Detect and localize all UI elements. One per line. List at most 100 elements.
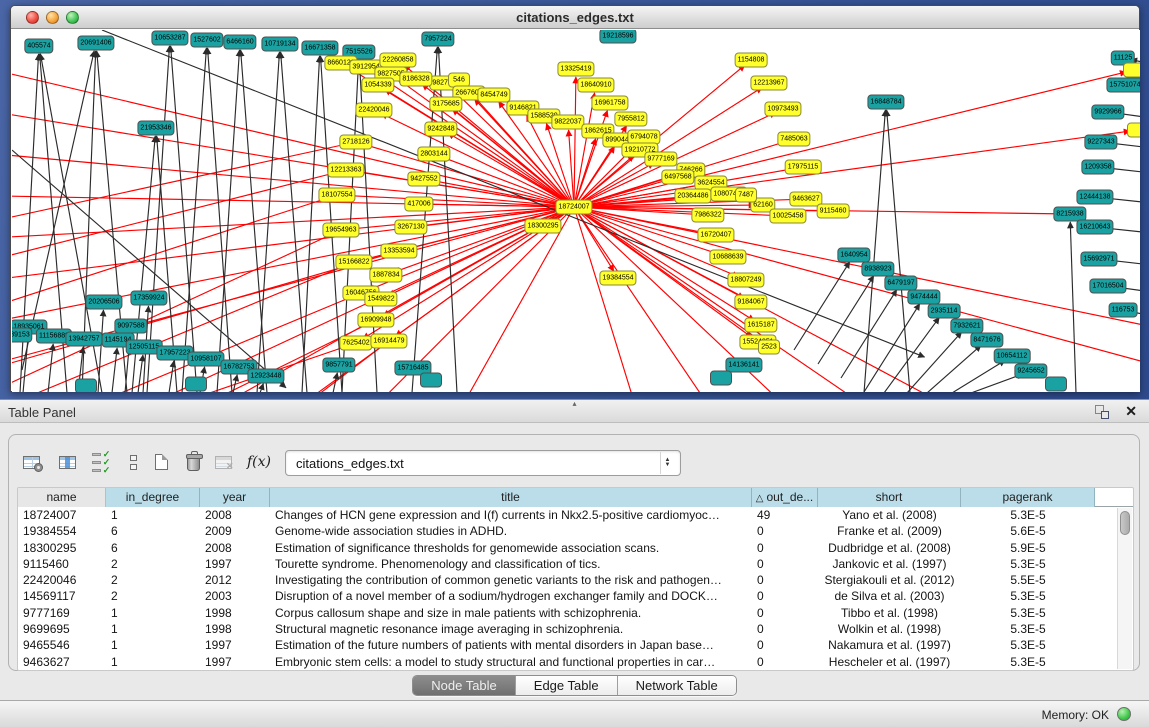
graph-node[interactable]: 9929966 — [1091, 105, 1124, 120]
graph-node[interactable]: 7932621 — [950, 319, 983, 334]
graph-node[interactable] — [1045, 377, 1067, 392]
graph-node[interactable]: 12444138 — [1076, 190, 1113, 205]
graph-node[interactable]: 6466160 — [223, 35, 256, 50]
graph-node-selected[interactable]: 7986322 — [691, 208, 724, 223]
graph-node-selected[interactable] — [1123, 63, 1140, 78]
table-row[interactable]: 946554611997Estimation of the future num… — [18, 637, 1133, 653]
graph-node-selected[interactable]: 7485063 — [777, 132, 810, 147]
graph-node[interactable]: 9474444 — [907, 290, 940, 305]
graph-node-selected[interactable]: 6497568 — [661, 170, 694, 185]
tab-node-table[interactable]: Node Table — [413, 676, 516, 695]
graph-node[interactable]: 17359924 — [130, 291, 167, 306]
graph-node[interactable]: 1640954 — [837, 248, 870, 263]
column-header-short[interactable]: short — [818, 488, 961, 507]
graph-node-selected[interactable]: 16961758 — [591, 96, 628, 111]
graph-node[interactable]: 12923448 — [247, 369, 284, 384]
graph-node[interactable]: 1527602 — [190, 33, 223, 48]
network-window-titlebar[interactable]: citations_edges.txt — [11, 6, 1139, 29]
graph-node-selected[interactable]: 7625402 — [339, 336, 372, 351]
graph-node-selected[interactable]: 9822037 — [551, 115, 584, 130]
column-header-in_degree[interactable]: in_degree — [106, 488, 200, 507]
graph-node-selected[interactable]: 22260858 — [379, 53, 416, 68]
graph-node[interactable]: 10958107 — [187, 352, 224, 367]
splitter-handle-icon[interactable]: ▴ — [572, 399, 576, 408]
graph-node-selected[interactable]: 9427552 — [407, 172, 440, 187]
graph-node[interactable]: 16210643 — [1076, 220, 1113, 235]
column-visibility-button[interactable] — [53, 448, 81, 476]
graph-node[interactable]: 14136141 — [725, 358, 762, 373]
graph-node-selected[interactable]: 10025458 — [769, 209, 806, 224]
graph-node-selected[interactable]: 1054339 — [361, 78, 394, 93]
graph-node[interactable]: 9097588 — [114, 319, 147, 334]
graph-node-selected[interactable] — [1127, 123, 1140, 138]
graph-node[interactable]: 9857791 — [322, 358, 355, 373]
graph-node[interactable] — [185, 377, 207, 392]
graph-node-selected[interactable]: 9242848 — [424, 122, 457, 137]
column-header-title[interactable]: title — [270, 488, 752, 507]
graph-node[interactable]: 405574 — [24, 39, 53, 54]
graph-node-selected[interactable]: 1154808 — [735, 53, 768, 68]
table-row[interactable]: 1872400712008Changes of HCN gene express… — [18, 507, 1133, 523]
graph-node[interactable]: 13942757 — [65, 332, 102, 347]
graph-node[interactable]: 16671358 — [301, 41, 338, 56]
graph-node[interactable] — [710, 371, 732, 386]
graph-node-selected[interactable]: 9184067 — [734, 295, 767, 310]
graph-node-selected[interactable]: 2523 — [758, 340, 780, 355]
graph-node-selected[interactable]: 1887834 — [369, 268, 402, 283]
graph-node-selected[interactable]: 19654963 — [322, 223, 359, 238]
table-row[interactable]: 1938455462009Genome-wide association stu… — [18, 523, 1133, 539]
graph-node-selected[interactable]: 17975115 — [785, 160, 822, 175]
graph-node[interactable]: 39153 — [12, 328, 33, 343]
graph-node-selected[interactable]: 12213967 — [750, 76, 787, 91]
graph-node[interactable] — [420, 373, 442, 388]
graph-node-selected[interactable]: 18724007 — [555, 200, 592, 215]
function-builder-button[interactable]: f(x) — [245, 448, 273, 476]
table-row[interactable]: 2242004622012Investigating the contribut… — [18, 572, 1133, 588]
graph-node[interactable]: 116753 — [1109, 303, 1138, 318]
graph-node[interactable]: 10719134 — [261, 37, 298, 52]
graph-node-selected[interactable]: 2803144 — [417, 147, 450, 162]
graph-node-selected[interactable]: 13325419 — [557, 62, 594, 77]
graph-node-selected[interactable]: 8186328 — [399, 72, 432, 87]
graph-node[interactable]: 19218596 — [599, 30, 636, 44]
graph-node[interactable]: 20206506 — [85, 295, 122, 310]
graph-node-selected[interactable]: 3175685 — [429, 97, 462, 112]
graph-node-selected[interactable]: 9115460 — [817, 204, 850, 219]
graph-node-selected[interactable]: 7955812 — [614, 112, 647, 127]
graph-node-selected[interactable]: 417006 — [404, 197, 433, 212]
graph-node-selected[interactable]: 16720407 — [697, 228, 734, 243]
graph-node[interactable]: 2935114 — [928, 304, 961, 319]
graph-node[interactable]: 6479197 — [884, 276, 917, 291]
graph-node[interactable]: 15692971 — [1080, 252, 1117, 267]
column-header-name[interactable]: name — [18, 488, 106, 507]
graph-node-selected[interactable]: 18300295 — [524, 219, 561, 234]
table-row[interactable]: 969969511998Structural magnetic resonanc… — [18, 621, 1133, 637]
graph-node-selected[interactable]: 18640910 — [577, 78, 614, 93]
graph-node[interactable]: 16848784 — [867, 95, 904, 110]
column-header-out_de[interactable]: △out_de... — [752, 488, 818, 507]
graph-node[interactable]: 8471676 — [970, 333, 1003, 348]
graph-node-selected[interactable]: 18107554 — [318, 188, 355, 203]
graph-node-selected[interactable]: 1615187 — [744, 318, 777, 333]
network-graph-canvas[interactable]: 4055742069140610653287152760264661601071… — [12, 30, 1140, 392]
table-row[interactable]: 946362711997Embryonic stem cells: a mode… — [18, 654, 1133, 670]
graph-node-selected[interactable]: 10973493 — [764, 102, 801, 117]
tab-network-table[interactable]: Network Table — [618, 676, 736, 695]
close-panel-icon[interactable]: ✕ — [1125, 403, 1137, 419]
graph-node-selected[interactable]: 20364486 — [674, 189, 711, 204]
graph-node-selected[interactable]: 12213363 — [327, 163, 364, 178]
tab-edge-table[interactable]: Edge Table — [516, 676, 618, 695]
graph-node-selected[interactable]: 10688639 — [709, 250, 746, 265]
vertical-scrollbar[interactable] — [1117, 508, 1132, 669]
graph-node[interactable]: 21953346 — [137, 121, 174, 136]
select-all-rows-button[interactable]: ✓ ✓ ✓ — [87, 448, 115, 476]
graph-node-selected[interactable]: 15166822 — [335, 255, 372, 270]
graph-node-selected[interactable]: 1549822 — [364, 292, 397, 307]
graph-node[interactable]: 10654112 — [994, 349, 1031, 364]
graph-node-selected[interactable]: 13353594 — [380, 244, 417, 259]
graph-node[interactable]: 8938923 — [861, 262, 894, 277]
graph-node-selected[interactable]: 9777169 — [644, 152, 677, 167]
scrollbar-thumb[interactable] — [1120, 511, 1130, 535]
graph-node-selected[interactable]: 8454749 — [477, 88, 510, 103]
graph-node[interactable] — [75, 379, 97, 393]
